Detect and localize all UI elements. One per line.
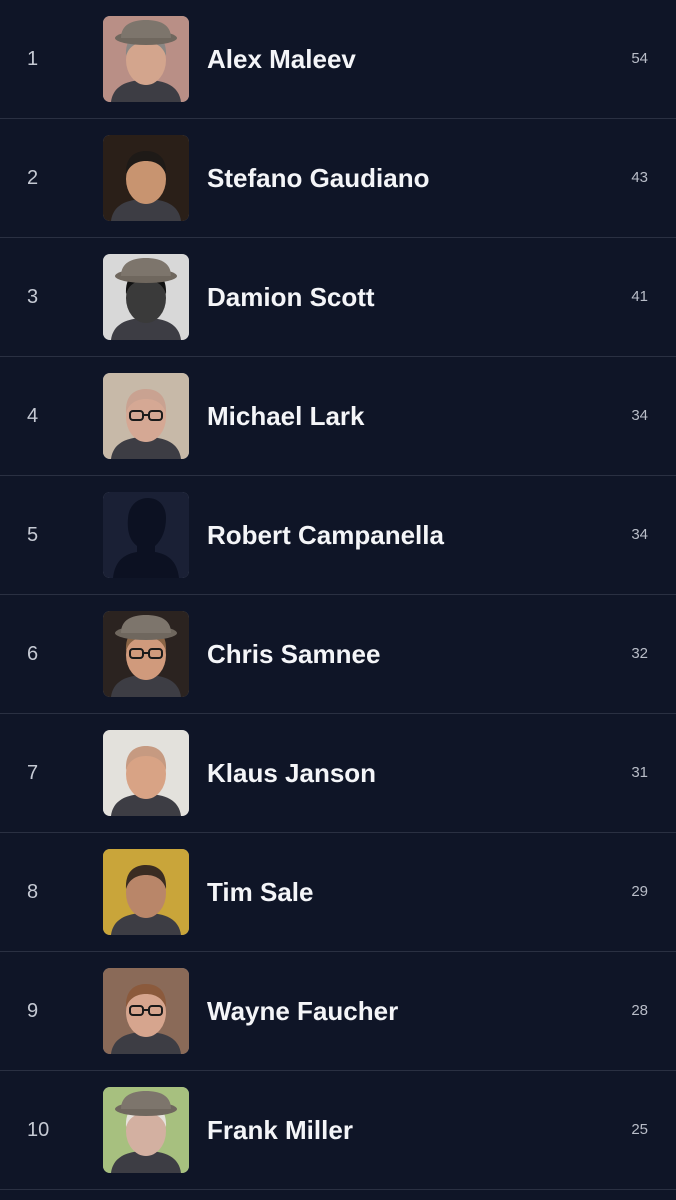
artist-avatar[interactable] <box>103 492 189 578</box>
artist-photo-icon <box>103 254 189 340</box>
credit-count: 29 <box>631 883 648 900</box>
artist-row[interactable]: 10 Frank Miller 25 <box>0 1071 676 1190</box>
artist-name[interactable]: Alex Maleev <box>207 0 356 118</box>
artist-ranking-list: 1 Alex Maleev 54 2 Stefano Gaudiano 43 3 Damion… <box>0 0 676 1200</box>
rank-number: 6 <box>27 643 39 665</box>
credit-count: 54 <box>631 50 648 67</box>
artist-photo-icon <box>103 1087 189 1173</box>
artist-photo-icon <box>103 849 189 935</box>
rank-number: 7 <box>27 762 39 784</box>
rank-number: 9 <box>27 1000 39 1022</box>
credit-count: 31 <box>631 764 648 781</box>
artist-name[interactable]: Michael Lark <box>207 357 365 475</box>
artist-row[interactable]: 6 Chris Samnee 32 <box>0 595 676 714</box>
credit-count: 41 <box>631 288 648 305</box>
artist-avatar[interactable] <box>103 135 189 221</box>
artist-photo-icon <box>103 16 189 102</box>
artist-name[interactable]: Stefano Gaudiano <box>207 119 429 237</box>
artist-avatar[interactable] <box>103 373 189 459</box>
artist-avatar[interactable] <box>103 254 189 340</box>
rank-number: 8 <box>27 881 39 903</box>
artist-row[interactable]: 8 Tim Sale 29 <box>0 833 676 952</box>
rank-number: 2 <box>27 167 39 189</box>
credit-count: 32 <box>631 645 648 662</box>
artist-name[interactable]: Robert Campanella <box>207 476 444 594</box>
credit-count: 43 <box>631 169 648 186</box>
artist-row[interactable]: 5 Robert Campanella 34 <box>0 476 676 595</box>
artist-photo-icon <box>103 968 189 1054</box>
artist-row[interactable]: 2 Stefano Gaudiano 43 <box>0 119 676 238</box>
artist-photo-icon <box>103 611 189 697</box>
rank-number: 3 <box>27 286 39 308</box>
artist-photo-icon <box>103 373 189 459</box>
rank-number: 5 <box>27 524 39 546</box>
credit-count: 34 <box>631 526 648 543</box>
artist-avatar[interactable] <box>103 611 189 697</box>
credit-count: 25 <box>631 1121 648 1138</box>
artist-name[interactable]: Chris Samnee <box>207 595 380 713</box>
artist-row[interactable]: 7 Klaus Janson 31 <box>0 714 676 833</box>
artist-name[interactable]: Frank Miller <box>207 1071 353 1189</box>
default-avatar-silhouette-icon <box>103 492 189 578</box>
artist-name[interactable]: Tim Sale <box>207 833 313 951</box>
artist-name[interactable]: Wayne Faucher <box>207 952 398 1070</box>
credit-count: 28 <box>631 1002 648 1019</box>
artist-row[interactable]: 4 Michael Lark 34 <box>0 357 676 476</box>
rank-number: 1 <box>27 48 39 70</box>
artist-avatar[interactable] <box>103 968 189 1054</box>
rank-number: 10 <box>27 1119 50 1141</box>
artist-row[interactable]: 3 Damion Scott 41 <box>0 238 676 357</box>
artist-row[interactable]: 1 Alex Maleev 54 <box>0 0 676 119</box>
artist-photo-icon <box>103 135 189 221</box>
artist-name[interactable]: Klaus Janson <box>207 714 376 832</box>
rank-number: 4 <box>27 405 39 427</box>
artist-avatar[interactable] <box>103 849 189 935</box>
artist-photo-icon <box>103 730 189 816</box>
artist-row[interactable]: 9 Wayne Faucher 28 <box>0 952 676 1071</box>
credit-count: 34 <box>631 407 648 424</box>
artist-name[interactable]: Damion Scott <box>207 238 375 356</box>
artist-avatar[interactable] <box>103 16 189 102</box>
artist-avatar[interactable] <box>103 730 189 816</box>
artist-avatar[interactable] <box>103 1087 189 1173</box>
